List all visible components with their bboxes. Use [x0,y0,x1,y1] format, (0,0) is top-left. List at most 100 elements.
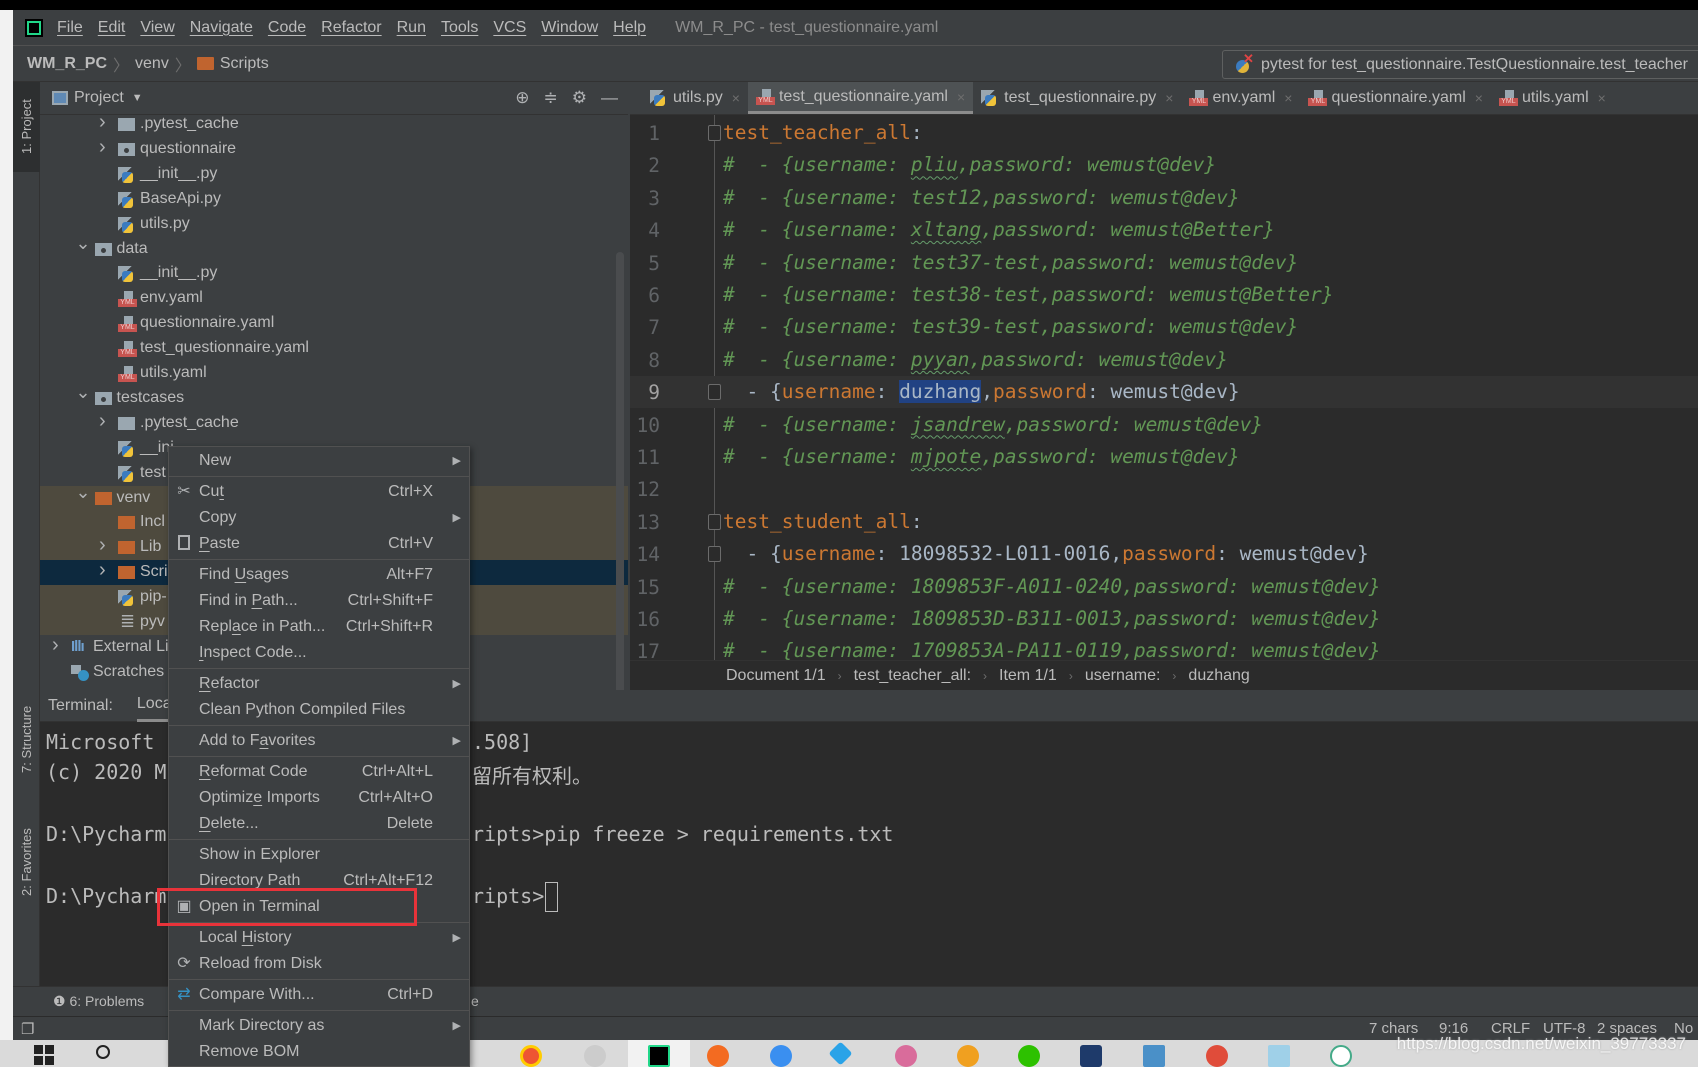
tree-item[interactable]: env.yaml [40,286,628,311]
breadcrumb-scripts[interactable]: Scripts [220,55,269,73]
menu-window[interactable]: Window [541,19,598,37]
toggle-tool-windows-icon[interactable]: ❐ [21,1020,34,1038]
menu-navigate[interactable]: Navigate [190,19,253,37]
chevron-right-icon[interactable]: › [99,559,106,582]
menu-item-optimize-imports[interactable]: Optimize Imports Ctrl+Alt+O [169,785,469,811]
menu-refactor[interactable]: Refactor [321,19,381,37]
tree-item[interactable]: BaseApi.py [40,187,628,212]
close-icon[interactable]: × [1598,90,1606,106]
app-icon[interactable] [1143,1045,1165,1067]
editor-breadcrumb[interactable]: Document 1/1 [726,667,826,685]
chevron-right-icon[interactable]: › [99,136,106,159]
menu-help[interactable]: Help [613,19,646,37]
menu-item-new[interactable]: New ▶ [169,448,469,474]
fold-marker-icon[interactable] [708,384,721,401]
menu-code[interactable]: Code [268,19,306,37]
caret-down-icon[interactable]: ▼ [132,92,143,104]
breadcrumb-project[interactable]: WM_R_PC [27,55,107,73]
close-icon[interactable]: × [1284,90,1292,106]
tree-item[interactable]: questionnaire.yaml [40,311,628,336]
menu-item-add-to-favorites[interactable]: Add to Favorites ▶ [169,728,469,754]
collapse-all-icon[interactable]: ≑ [544,88,558,108]
editor-tab[interactable]: test_questionnaire.yaml × [747,82,974,114]
editor-tab[interactable]: utils.py × [642,82,748,114]
breadcrumb-venv[interactable]: venv [135,55,169,73]
tool-window-project-tab[interactable]: 1: Project [13,82,40,172]
tree-item[interactable]: › .pytest_cache [40,410,628,436]
locate-file-icon[interactable]: ⊕ [515,88,529,108]
terminal-tab-local[interactable]: Loca [136,689,172,722]
hide-panel-icon[interactable]: — [601,88,618,108]
menu-item-mark-directory-as[interactable]: Mark Directory as ▶ [169,1013,469,1039]
menu-item-delete[interactable]: Delete... Delete [169,811,469,837]
menu-edit[interactable]: Edit [98,19,126,37]
editor-breadcrumb[interactable]: username: [1085,667,1161,685]
app-icon[interactable] [584,1045,606,1067]
menu-item-copy[interactable]: Copy ▶ [169,505,469,531]
tool-window-favorites-tab[interactable]: 2: Favorites [13,812,40,912]
gear-icon[interactable]: ⚙ [572,88,587,108]
tree-item[interactable]: › questionnaire [40,136,628,162]
menu-view[interactable]: View [140,19,174,37]
notepad-icon[interactable] [1268,1045,1290,1067]
menu-item-find-usages[interactable]: Find Usages Alt+F7 [169,562,469,588]
editor-tab[interactable]: utils.yaml × [1491,82,1614,114]
tool-button-truncated[interactable]: e [471,993,479,1009]
app-icon[interactable] [1080,1045,1102,1067]
chevron-right-icon[interactable]: › [52,634,59,657]
tree-item[interactable]: __init__.py [40,162,628,187]
menu-item-inspect-code[interactable]: Inspect Code... [169,640,469,666]
editor-tab[interactable]: test_questionnaire.py × [973,82,1181,114]
menu-run[interactable]: Run [397,19,426,37]
menu-item-show-in-explorer[interactable]: Show in Explorer [169,842,469,868]
close-icon[interactable]: × [1165,90,1173,106]
chevron-down-icon[interactable]: ⌄ [76,482,91,503]
tree-item[interactable]: ⌄ testcases [40,382,628,411]
menu-tools[interactable]: Tools [441,19,478,37]
app-icon[interactable] [1206,1045,1228,1067]
tool-window-structure-tab[interactable]: 7: Structure [13,692,40,787]
menu-item-reload-from-disk[interactable]: ⟳ Reload from Disk [169,951,469,977]
app-icon[interactable] [1330,1045,1352,1067]
menu-file[interactable]: File [57,19,83,37]
app-icon[interactable] [828,1041,853,1066]
tree-item[interactable]: utils.py [40,212,628,237]
project-view-selector[interactable]: Project [74,89,124,107]
menu-item-refactor[interactable]: Refactor ▶ [169,671,469,697]
editor-tab[interactable]: questionnaire.yaml × [1300,82,1490,114]
chrome-icon[interactable] [520,1045,542,1067]
menu-item-cut[interactable]: ✂ Cut Ctrl+X [169,479,469,505]
menu-item-compare-with[interactable]: ⇄ Compare With... Ctrl+D [169,982,469,1008]
tree-item[interactable]: ⌄ data [40,233,628,262]
menu-item-remove-bom[interactable]: Remove BOM [169,1039,469,1065]
tree-item[interactable]: test_questionnaire.yaml [40,336,628,361]
close-icon[interactable]: × [1475,90,1483,106]
menu-item-paste[interactable]: Paste Ctrl+V [169,531,469,557]
code-editor[interactable]: 1 test_teacher_all: 2 # - {username: pliu,p… [630,115,1698,660]
search-icon[interactable] [96,1045,110,1059]
menu-item-local-history[interactable]: Local History ▶ [169,925,469,951]
editor-tab[interactable]: env.yaml × [1181,82,1300,114]
fold-marker-icon[interactable] [708,125,721,141]
windows-start-icon[interactable] [34,1045,56,1067]
editor-breadcrumb[interactable]: Item 1/1 [999,667,1057,685]
tree-item[interactable]: › .pytest_cache [40,111,628,137]
wechat-icon[interactable] [1018,1045,1040,1067]
app-icon[interactable] [957,1045,979,1067]
chevron-right-icon[interactable]: › [99,111,106,134]
close-icon[interactable]: × [732,90,740,106]
postman-icon[interactable] [707,1045,729,1067]
menu-item-replace-in-path[interactable]: Replace in Path... Ctrl+Shift+R [169,614,469,640]
tree-item[interactable]: __init__.py [40,261,628,286]
problems-tool-button[interactable]: ❶ 6: Problems [53,993,144,1010]
chevron-down-icon[interactable]: ⌄ [76,382,91,403]
fold-marker-icon[interactable] [708,513,721,530]
fold-marker-icon[interactable] [708,546,721,563]
pycharm-icon[interactable] [648,1045,670,1067]
chevron-right-icon[interactable]: › [99,534,106,557]
menu-item-find-in-path[interactable]: Find in Path... Ctrl+Shift+F [169,588,469,614]
chevron-down-icon[interactable]: ⌄ [76,233,91,254]
menu-vcs[interactable]: VCS [493,19,526,37]
app-icon[interactable] [895,1045,917,1067]
tree-item[interactable]: utils.yaml [40,361,628,386]
